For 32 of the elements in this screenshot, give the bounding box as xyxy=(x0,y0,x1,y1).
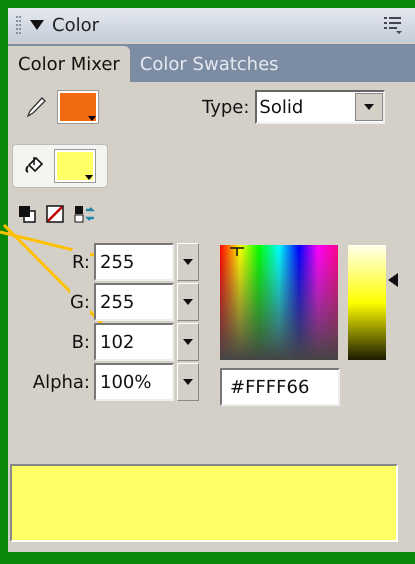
options-menu-icon[interactable] xyxy=(383,15,403,35)
channel-label: G: xyxy=(70,288,90,316)
fill-selector[interactable] xyxy=(12,144,108,188)
fill-color-swatch[interactable] xyxy=(55,150,95,182)
panel-title: Color xyxy=(52,14,99,38)
pencil-icon[interactable] xyxy=(25,95,47,119)
channel-field[interactable]: 100% xyxy=(94,363,174,401)
brightness-slider[interactable] xyxy=(348,245,398,360)
caret-icon xyxy=(183,339,193,345)
dropdown-arrow-icon xyxy=(364,104,374,110)
type-dropdown[interactable]: Solid xyxy=(255,90,386,124)
color-spectrum[interactable] xyxy=(220,245,338,360)
dropdown-button[interactable] xyxy=(177,323,199,361)
dropdown-button[interactable] xyxy=(177,363,199,401)
slider-thumb-icon[interactable] xyxy=(388,272,398,286)
dropdown-button[interactable] xyxy=(177,243,199,281)
channel-field[interactable]: 255 xyxy=(94,243,174,281)
no-color-icon[interactable] xyxy=(46,205,64,223)
dropdown-button[interactable] xyxy=(177,283,199,321)
caret-icon xyxy=(183,259,193,265)
grip-icon[interactable] xyxy=(16,15,22,35)
channel-field[interactable]: 102 xyxy=(94,323,174,361)
default-colors-icon[interactable] xyxy=(18,205,36,223)
caret-icon xyxy=(183,379,193,385)
panel-tab[interactable]: Color Mixer xyxy=(8,46,130,82)
swap-colors-icon[interactable] xyxy=(74,205,96,223)
hex-field[interactable]: #FFFF66 xyxy=(220,368,340,406)
channel-field[interactable]: 255 xyxy=(94,283,174,321)
caret-icon xyxy=(183,299,193,305)
type-label: Type: xyxy=(202,96,250,120)
stroke-color-swatch[interactable] xyxy=(58,91,98,123)
collapse-triangle-icon[interactable] xyxy=(30,19,44,31)
